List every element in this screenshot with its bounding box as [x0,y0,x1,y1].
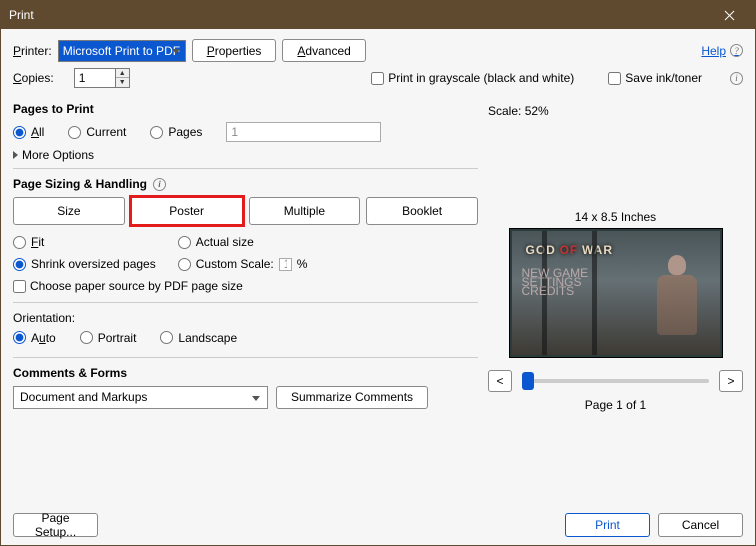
grayscale-checkbox[interactable]: Print in grayscale (black and white) [371,71,574,85]
poster-tab[interactable]: Poster [131,197,243,225]
page-setup-button[interactable]: Page Setup... [13,513,98,537]
copies-row: Copies: ▲▼ Print in grayscale (black and… [13,68,743,88]
save-ink-label: Save ink/toner [625,71,702,85]
preview-frame: GOD OF WAR NEW GAMESETTINGSCREDITS [509,228,723,358]
save-ink-checkbox[interactable]: Save ink/toner [608,71,702,85]
pages-current-radio[interactable]: Current [68,125,126,139]
printer-select[interactable]: Microsoft Print to PDF [58,40,186,62]
comments-title: Comments & Forms [13,366,478,380]
titlebar: Print [1,1,755,29]
help-label: Help [701,44,726,58]
info-icon[interactable]: i [153,178,166,191]
multiple-tab[interactable]: Multiple [249,197,361,225]
preview-scale: Scale: 52% [488,104,743,118]
grayscale-label: Print in grayscale (black and white) [388,71,574,85]
comments-section: Comments & Forms Document and Markups Su… [13,357,478,409]
orientation-section: Orientation: Auto Portrait Landscape [13,302,478,351]
window-title: Print [9,8,34,22]
preview-column: Scale: 52% 14 x 8.5 Inches GOD OF WAR NE… [488,100,743,505]
printer-row: Printer: Microsoft Print to PDF Properti… [13,39,743,62]
pages-to-print-title: Pages to Print [13,102,478,116]
copies-label: Copies: [13,71,54,85]
cancel-button[interactable]: Cancel [658,513,743,537]
game-character [642,237,712,355]
orientation-portrait-radio[interactable]: Portrait [80,331,137,345]
choose-paper-label: Choose paper source by PDF page size [30,279,243,293]
page-indicator: Page 1 of 1 [488,398,743,412]
print-dialog: Print Printer: Microsoft Print to PDF Pr… [0,0,756,546]
main-area: Pages to Print All Current Pages More Op… [13,100,743,505]
prev-page-button[interactable]: < [488,370,512,392]
next-page-button[interactable]: > [719,370,743,392]
custom-scale-input[interactable] [279,258,292,271]
shrink-radio[interactable]: Shrink oversized pages [13,257,156,271]
pages-range-radio[interactable]: Pages [150,125,202,139]
advanced-button[interactable]: Advanced [282,39,365,62]
custom-scale-radio[interactable]: Custom Scale: % [178,257,308,271]
orientation-auto-radio[interactable]: Auto [13,331,56,345]
page-sizing-section: Page Sizing & Handling i Size Poster Mul… [13,168,478,296]
properties-button[interactable]: Properties [192,39,277,62]
help-link[interactable]: Help ? [701,44,743,58]
game-menu-text: NEW GAMESETTINGSCREDITS [522,269,589,296]
close-button[interactable] [711,1,747,29]
more-options-label: More Options [22,148,94,162]
orientation-landscape-radio[interactable]: Landscape [160,331,237,345]
caret-right-icon [13,151,18,159]
pages-range-input[interactable] [226,122,381,142]
bottom-row: Page Setup... Print Cancel [13,505,743,537]
pages-all-radio[interactable]: All [13,125,44,139]
comments-select[interactable]: Document and Markups [13,386,268,409]
more-options-toggle[interactable]: More Options [13,148,478,162]
summarize-comments-button[interactable]: Summarize Comments [276,386,428,409]
page-sizing-title: Page Sizing & Handling [13,177,147,191]
copies-input[interactable] [74,68,116,88]
dialog-content: Printer: Microsoft Print to PDF Properti… [1,29,755,545]
orientation-title: Orientation: [13,311,478,325]
size-tab[interactable]: Size [13,197,125,225]
zoom-slider[interactable] [522,379,709,383]
preview-dims: 14 x 8.5 Inches [488,210,743,224]
fit-radio[interactable]: Fit [13,235,156,249]
copies-spinner[interactable]: ▲▼ [116,68,130,88]
close-icon [724,10,735,21]
preview-image: GOD OF WAR NEW GAMESETTINGSCREDITS [512,231,720,355]
actual-size-radio[interactable]: Actual size [178,235,308,249]
pages-to-print-section: Pages to Print All Current Pages More Op… [13,100,478,162]
help-icon: ? [730,44,743,57]
left-column: Pages to Print All Current Pages More Op… [13,100,478,505]
preview-nav: < > [488,370,743,392]
print-button[interactable]: Print [565,513,650,537]
printer-label: Printer: [13,44,52,58]
info-icon[interactable]: i [730,72,743,85]
percent-label: % [297,257,308,271]
choose-paper-checkbox[interactable]: Choose paper source by PDF page size [13,279,243,293]
booklet-tab[interactable]: Booklet [366,197,478,225]
